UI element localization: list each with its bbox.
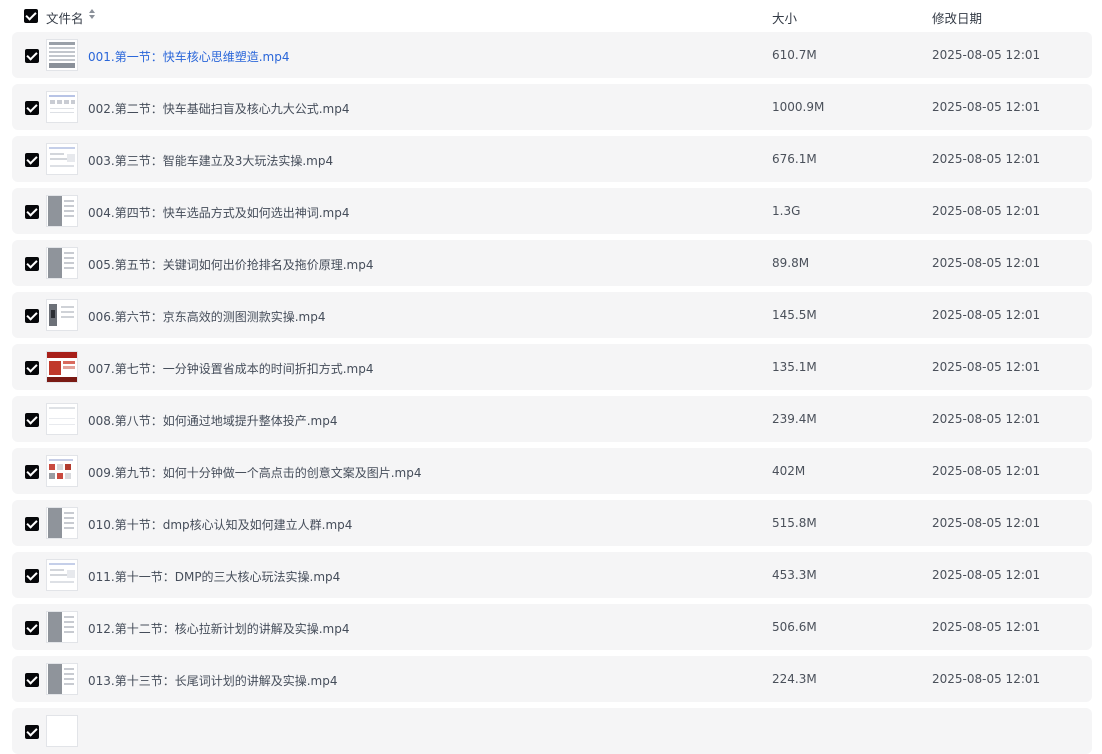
file-size: 610.7M: [772, 48, 817, 62]
file-row[interactable]: 013.第十三节：长尾词计划的讲解及实操.mp4 224.3M 2025-08-05…: [12, 656, 1092, 702]
row-checkbox[interactable]: [25, 465, 39, 479]
sidebar-gray-icon[interactable]: [46, 507, 78, 539]
file-size: 676.1M: [772, 152, 817, 166]
row-checkbox[interactable]: [25, 673, 39, 687]
file-modified-date: 2025-08-05 12:01: [932, 412, 1041, 426]
file-name-link[interactable]: 013.第十三节：长尾词计划的讲解及实操.mp4: [88, 672, 337, 689]
file-modified-date: 2025-08-05 12:01: [932, 360, 1041, 374]
row-checkbox[interactable]: [25, 205, 39, 219]
file-size: 135.1M: [772, 360, 817, 374]
file-name-link[interactable]: 007.第七节：一分钟设置省成本的时间折扣方式.mp4: [88, 360, 373, 377]
file-modified-date: 2025-08-05 12:01: [932, 152, 1041, 166]
row-checkbox[interactable]: [25, 257, 39, 271]
file-size: 239.4M: [772, 412, 817, 426]
row-checkbox[interactable]: [25, 361, 39, 375]
file-name-link[interactable]: 002.第二节：快车基础扫盲及核心九大公式.mp4: [88, 100, 349, 117]
row-checkbox[interactable]: [25, 569, 39, 583]
row-checkbox[interactable]: [25, 725, 39, 739]
column-header-size[interactable]: 大小: [772, 8, 797, 27]
red-slide-icon[interactable]: [46, 351, 78, 383]
file-name-link[interactable]: 003.第三节：智能车建立及3大玩法实操.mp4: [88, 152, 333, 169]
sidebar-gray-icon[interactable]: [46, 611, 78, 643]
row-checkbox[interactable]: [25, 101, 39, 115]
file-modified-date: 2025-08-05 12:01: [932, 100, 1041, 114]
file-modified-date: 2025-08-05 12:01: [932, 516, 1041, 530]
file-name-link[interactable]: 001.第一节：快车核心思维塑造.mp4: [88, 48, 289, 65]
file-name-link[interactable]: 008.第八节：如何通过地域提升整体投产.mp4: [88, 412, 337, 429]
video-thumbnail-icon: [46, 715, 78, 747]
row-checkbox[interactable]: [25, 621, 39, 635]
row-checkbox[interactable]: [25, 309, 39, 323]
sidebar-gray-icon[interactable]: [46, 247, 78, 279]
file-size: 402M: [772, 464, 806, 478]
file-row[interactable]: 010.第十节：dmp核心认知及如何建立人群.mp4 515.8M 2025-08-…: [12, 500, 1092, 546]
file-modified-date: 2025-08-05 12:01: [932, 256, 1041, 270]
file-modified-date: 2025-08-05 12:01: [932, 464, 1041, 478]
form-light-icon[interactable]: [46, 559, 78, 591]
file-row[interactable]: 004.第四节：快车选品方式及如何选出神词.mp4 1.3G 2025-08-05 …: [12, 188, 1092, 234]
file-row[interactable]: 005.第五节：关键词如何出价抢排名及拖价原理.mp4 89.8M 2025-08-…: [12, 240, 1092, 286]
column-header-date[interactable]: 修改日期: [932, 8, 982, 27]
file-row[interactable]: 007.第七节：一分钟设置省成本的时间折扣方式.mp4 135.1M 2025-08…: [12, 344, 1092, 390]
file-row[interactable]: 001.第一节：快车核心思维塑造.mp4 610.7M 2025-08-05 12:…: [12, 32, 1092, 78]
file-row[interactable]: 003.第三节：智能车建立及3大玩法实操.mp4 676.1M 2025-08-05…: [12, 136, 1092, 182]
sidebar-gray-icon[interactable]: [46, 663, 78, 695]
file-size: 224.3M: [772, 672, 817, 686]
select-all-checkbox[interactable]: [24, 9, 38, 23]
file-size: 145.5M: [772, 308, 817, 322]
product-grid-icon[interactable]: [46, 455, 78, 487]
file-name-link[interactable]: 012.第十二节：核心拉新计划的讲解及实操.mp4: [88, 620, 349, 637]
file-size: 1000.9M: [772, 100, 825, 114]
blank-page-icon[interactable]: [46, 403, 78, 435]
row-checkbox[interactable]: [25, 49, 39, 63]
file-name-link[interactable]: 005.第五节：关键词如何出价抢排名及拖价原理.mp4: [88, 256, 373, 273]
row-checkbox[interactable]: [25, 153, 39, 167]
product-image-icon[interactable]: [46, 299, 78, 331]
file-size: 453.3M: [772, 568, 817, 582]
file-size: 1.3G: [772, 204, 801, 218]
file-modified-date: 2025-08-05 12:01: [932, 308, 1041, 322]
file-name-link[interactable]: 006.第六节：京东高效的测图测款实操.mp4: [88, 308, 325, 325]
file-modified-date: 2025-08-05 12:01: [932, 48, 1041, 62]
file-size: 515.8M: [772, 516, 817, 530]
file-name-link[interactable]: 011.第十一节：DMP的三大核心玩法实操.mp4: [88, 568, 340, 585]
form-light-icon[interactable]: [46, 143, 78, 175]
file-modified-date: 2025-08-05 12:01: [932, 568, 1041, 582]
file-size: 89.8M: [772, 256, 810, 270]
file-row[interactable]: 009.第九节：如何十分钟做一个高点击的创意文案及图片.mp4 402M 2025-…: [12, 448, 1092, 494]
column-header-name[interactable]: 文件名: [46, 8, 84, 27]
row-checkbox[interactable]: [25, 517, 39, 531]
file-row[interactable]: 011.第十一节：DMP的三大核心玩法实操.mp4 453.3M 2025-08-0…: [12, 552, 1092, 598]
file-row[interactable]: 012.第十二节：核心拉新计划的讲解及实操.mp4 506.6M 2025-08-0…: [12, 604, 1092, 650]
file-list-header: 文件名 大小 修改日期: [0, 0, 1102, 32]
sidebar-gray-icon[interactable]: [46, 195, 78, 227]
file-modified-date: 2025-08-05 12:01: [932, 204, 1041, 218]
file-row[interactable]: 006.第六节：京东高效的测图测款实操.mp4 145.5M 2025-08-05 …: [12, 292, 1092, 338]
file-name-link[interactable]: 010.第十节：dmp核心认知及如何建立人群.mp4: [88, 516, 352, 533]
file-name-link[interactable]: 004.第四节：快车选品方式及如何选出神词.mp4: [88, 204, 349, 221]
file-row[interactable]: 008.第八节：如何通过地域提升整体投产.mp4 239.4M 2025-08-05…: [12, 396, 1092, 442]
file-modified-date: 2025-08-05 12:01: [932, 672, 1041, 686]
dashboard-light-icon[interactable]: [46, 91, 78, 123]
file-modified-date: 2025-08-05 12:01: [932, 620, 1041, 634]
file-row-partial[interactable]: [12, 708, 1092, 754]
file-name-link[interactable]: 009.第九节：如何十分钟做一个高点击的创意文案及图片.mp4: [88, 464, 421, 481]
file-size: 506.6M: [772, 620, 817, 634]
sort-icon[interactable]: [89, 9, 97, 23]
doc-gray-icon[interactable]: [46, 39, 78, 71]
file-row[interactable]: 002.第二节：快车基础扫盲及核心九大公式.mp4 1000.9M 2025-08-…: [12, 84, 1092, 130]
row-checkbox[interactable]: [25, 413, 39, 427]
